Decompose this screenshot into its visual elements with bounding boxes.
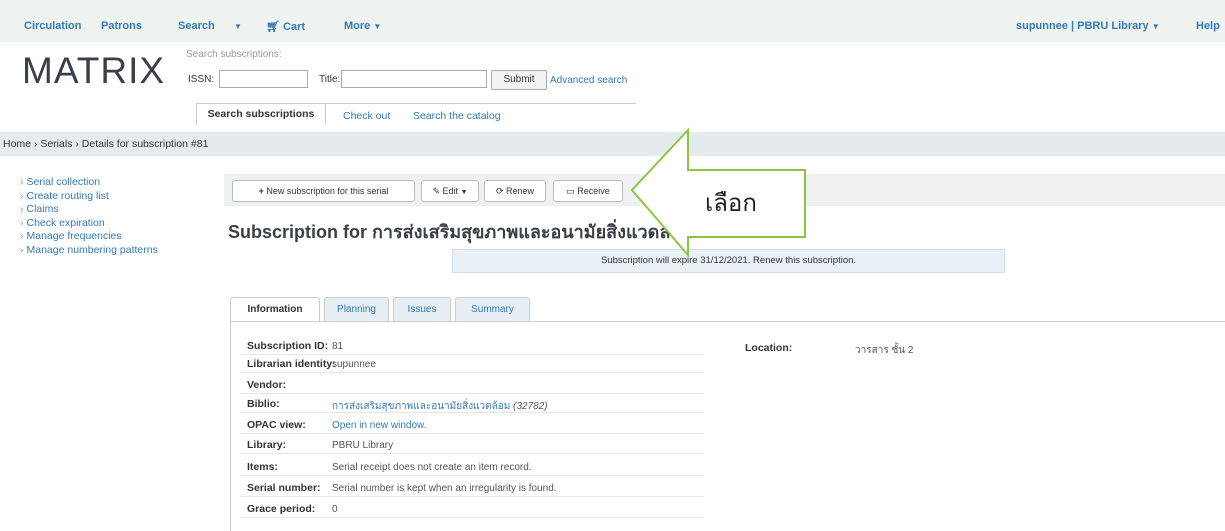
detail-value: 0 xyxy=(332,504,338,515)
chevron-down-icon: ▼ xyxy=(1151,22,1160,31)
new-subscription-label: New subscription for this serial xyxy=(266,186,389,196)
detail-value: supunnee xyxy=(332,359,376,370)
sidebar-item-claims[interactable]: › Claims xyxy=(20,203,59,215)
tab-search-subscriptions[interactable]: Search subscriptions xyxy=(196,103,326,125)
detail-label: Grace period: xyxy=(247,503,316,515)
detail-label: OPAC view: xyxy=(247,419,306,431)
sidebar-item-check-expiration[interactable]: › Check expiration xyxy=(20,217,105,229)
detail-label: Library: xyxy=(247,439,287,451)
detail-label: Items: xyxy=(247,461,278,473)
inbox-icon: ▭ xyxy=(566,186,575,196)
page-title: Subscription for การส่งเสริมสุขภาพและอนา… xyxy=(228,222,694,242)
detail-row: Items: Serial receipt does not create an… xyxy=(240,460,704,476)
sidebar-item-manage-numbering-patterns[interactable]: › Manage numbering patterns xyxy=(20,244,158,256)
detail-row: Grace period: 0 xyxy=(240,502,704,518)
pencil-icon: ✎ xyxy=(432,186,441,196)
detail-row: Serial number: Serial number is kept whe… xyxy=(240,481,704,497)
search-tabs: Search subscriptions Check out Search th… xyxy=(196,94,636,125)
nav-patrons[interactable]: Patrons xyxy=(101,20,142,32)
sidebar-item-label: Create routing list xyxy=(26,190,109,202)
user-menu[interactable]: supunnee | PBRU Library ▼ xyxy=(1016,20,1160,32)
sidebar-item-serial-collection[interactable]: › Serial collection xyxy=(20,176,100,188)
tab-summary[interactable]: Summary xyxy=(455,297,530,322)
detail-value: Serial receipt does not create an item r… xyxy=(332,462,532,473)
issn-input[interactable] xyxy=(219,70,308,88)
renew-button[interactable]: ⟳ Renew xyxy=(484,180,546,202)
detail-label: Biblio: xyxy=(247,398,280,410)
detail-row: Vendor: xyxy=(240,378,704,394)
detail-row: OPAC view: Open in new window. xyxy=(240,418,704,434)
cart-icon: 🛒︎ xyxy=(266,21,280,33)
sidebar-item-label: Check expiration xyxy=(26,217,105,229)
new-subscription-button[interactable]: + New subscription for this serial xyxy=(232,180,415,202)
detail-value: Serial number is kept when an irregulari… xyxy=(332,483,557,494)
breadcrumb-bar: Home › Serials › Details for subscriptio… xyxy=(0,132,1225,156)
tab-issues[interactable]: Issues xyxy=(393,297,451,322)
nav-help[interactable]: Help xyxy=(1196,20,1220,32)
detail-label: Serial number: xyxy=(247,482,321,494)
nav-search[interactable]: Search xyxy=(178,20,215,32)
top-navbar: Circulation Patrons Search ▼ 🛒︎ Cart Mor… xyxy=(0,0,1225,42)
issn-label: ISSN: xyxy=(188,74,215,85)
tab-planning[interactable]: Planning xyxy=(324,297,389,322)
tab-search-catalog[interactable]: Search the catalog xyxy=(413,110,501,122)
title-input[interactable] xyxy=(341,70,487,88)
detail-value: การส่งเสริมสุขภาพและอนามัยสิ่งแวดล้อม (3… xyxy=(332,399,548,414)
nav-circulation[interactable]: Circulation xyxy=(24,20,81,32)
detail-label: Vendor: xyxy=(247,379,287,391)
detail-row: Librarian identity: supunnee xyxy=(240,357,704,373)
nav-more[interactable]: More ▼ xyxy=(344,20,381,32)
renew-label: Renew xyxy=(506,186,535,196)
detail-row: Biblio: การส่งเสริมสุขภาพและอนามัยสิ่งแว… xyxy=(240,397,704,413)
biblio-link[interactable]: การส่งเสริมสุขภาพและอนามัยสิ่งแวดล้อม xyxy=(332,401,510,412)
search-heading: Search subscriptions: xyxy=(186,49,282,60)
more-label: More xyxy=(344,20,371,32)
tab-information[interactable]: Information xyxy=(230,297,320,322)
edit-label: Edit xyxy=(442,186,459,196)
advanced-search-link[interactable]: Advanced search xyxy=(550,75,627,86)
detail-value: PBRU Library xyxy=(332,440,394,451)
sidebar-item-label: Claims xyxy=(26,203,59,215)
location-value: วารสาร ชั้น 2 xyxy=(855,345,914,356)
user-label: supunnee | PBRU Library xyxy=(1016,20,1149,32)
detail-label: Librarian identity: xyxy=(247,358,336,370)
receive-button[interactable]: ▭ Receive xyxy=(553,180,623,202)
detail-row: Library: PBRU Library xyxy=(240,438,704,454)
sidebar-item-create-routing-list[interactable]: › Create routing list xyxy=(20,190,109,202)
plus-icon: + xyxy=(258,186,264,196)
location-label: Location: xyxy=(745,342,793,354)
search-dropdown-toggle[interactable]: ▼ xyxy=(234,20,242,32)
opac-view-link[interactable]: Open in new window. xyxy=(332,420,427,431)
chevron-down-icon: ▼ xyxy=(373,22,382,31)
title-label: Title: xyxy=(319,74,341,85)
sidebar-item-label: Serial collection xyxy=(26,176,101,188)
nav-cart[interactable]: 🛒︎ Cart xyxy=(266,20,305,33)
chevron-down-icon: ▼ xyxy=(234,22,242,31)
logo[interactable]: MATRIX xyxy=(22,50,165,92)
sidebar-item-label: Manage frequencies xyxy=(26,230,122,242)
detail-label: Subscription ID: xyxy=(247,340,329,352)
sidebar-item-manage-frequencies[interactable]: › Manage frequencies xyxy=(20,230,122,242)
sidebar-item-label: Manage numbering patterns xyxy=(26,244,158,256)
header: MATRIX Search subscriptions: ISSN: Title… xyxy=(0,42,1225,132)
biblio-number: (32782) xyxy=(513,401,548,412)
receive-label: Receive xyxy=(577,186,610,196)
refresh-icon: ⟳ xyxy=(495,186,504,196)
chevron-down-icon: ▼ xyxy=(460,189,468,196)
breadcrumb[interactable]: Home › Serials › Details for subscriptio… xyxy=(3,138,208,150)
callout-label: เลือก xyxy=(705,189,757,217)
edit-button[interactable]: ✎ Edit ▼ xyxy=(421,180,479,202)
cart-label: Cart xyxy=(283,21,306,33)
submit-button[interactable]: Submit xyxy=(491,70,547,90)
tab-check-out[interactable]: Check out xyxy=(343,110,390,122)
detail-row: Subscription ID: 81 xyxy=(240,339,704,355)
detail-value: 81 xyxy=(332,341,344,352)
